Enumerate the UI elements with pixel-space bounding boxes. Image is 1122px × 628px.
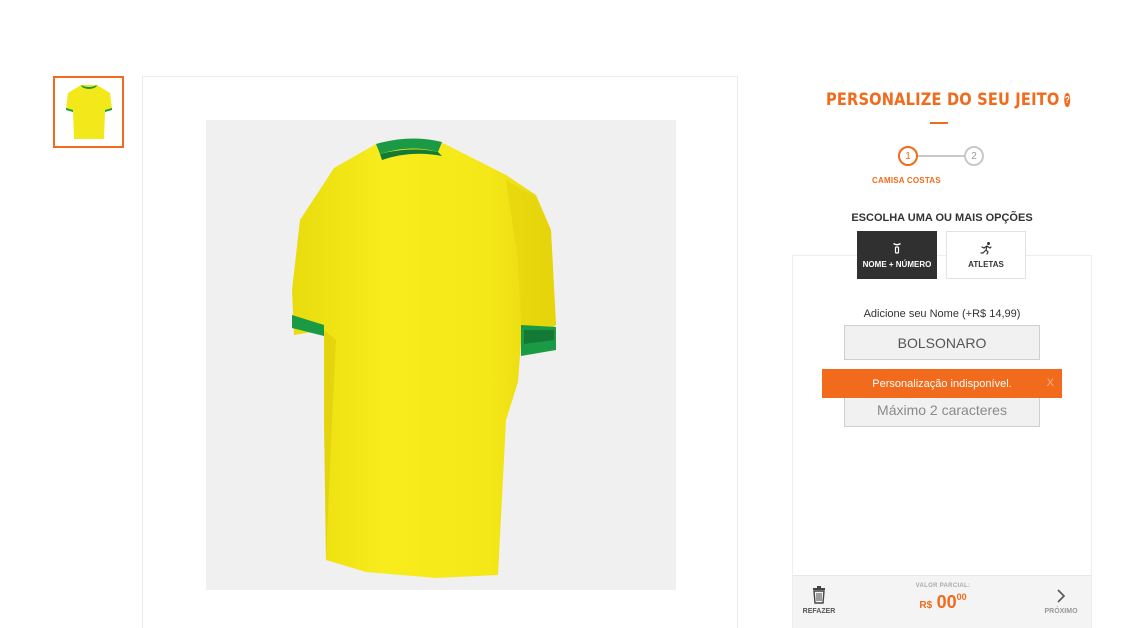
customizer-footer: REFAZER VALOR PARCIAL: R$ 0000 PRÓXIMO [793, 575, 1091, 628]
total-decimal: 00 [956, 592, 967, 602]
number-input[interactable] [844, 393, 1040, 427]
partial-total: VALOR PARCIAL: R$ 0000 [903, 583, 983, 613]
partial-total-label: VALOR PARCIAL: [915, 583, 971, 589]
jersey-thumbnail-image [65, 85, 112, 139]
currency-symbol: R$ [919, 600, 933, 611]
shirt-number-icon [893, 243, 901, 254]
title-divider [930, 122, 948, 124]
toast-message: Personalização indisponível. [872, 377, 1012, 390]
step-1-label: CAMISA COSTAS [872, 176, 941, 185]
step-1[interactable]: 1 [898, 146, 918, 166]
toast-close-button[interactable]: X [1047, 377, 1054, 389]
product-thumbnail[interactable] [53, 76, 124, 148]
name-field-label: Adicione seu Nome (+R$ 14,99) [810, 308, 1074, 320]
chevron-right-icon [1057, 589, 1066, 603]
redo-button[interactable]: REFAZER [801, 586, 837, 615]
runner-icon [980, 242, 992, 255]
panel-title-text: PERSONALIZE DO SEU JEITO [826, 90, 1060, 110]
option-athletes-label: ATLETAS [968, 260, 1004, 269]
choose-options-heading: ESCOLHA UMA OU MAIS OPÇÕES [851, 212, 1033, 224]
step-2[interactable]: 2 [964, 146, 984, 166]
next-label: PRÓXIMO [1044, 608, 1078, 615]
name-field-price: (+R$ 14,99) [962, 308, 1021, 320]
product-image [206, 120, 676, 590]
trash-icon [813, 586, 825, 604]
product-image-viewer [142, 76, 738, 628]
partial-total-value: R$ 0000 [903, 592, 983, 613]
name-field-label-text: Adicione seu Nome [863, 308, 959, 320]
product-customizer-page: PERSONALIZE DO SEU JEITO ? 1 2 CAMISA CO… [0, 0, 1122, 628]
jersey-back-image [292, 138, 556, 578]
total-integer: 00 [936, 592, 957, 612]
option-athletes[interactable]: ATLETAS [946, 231, 1026, 279]
next-button[interactable]: PRÓXIMO [1041, 588, 1081, 615]
redo-label: REFAZER [802, 608, 836, 615]
unavailable-toast: Personalização indisponível. X [822, 369, 1062, 398]
step-connector [918, 155, 964, 157]
panel-title: PERSONALIZE DO SEU JEITO ? [826, 90, 1071, 110]
option-name-number-label: NOME + NÚMERO [862, 260, 932, 269]
name-input[interactable] [844, 325, 1040, 360]
help-icon[interactable]: ? [1064, 93, 1071, 107]
step-indicator: 1 2 [896, 146, 986, 166]
option-name-number[interactable]: NOME + NÚMERO [857, 231, 937, 279]
